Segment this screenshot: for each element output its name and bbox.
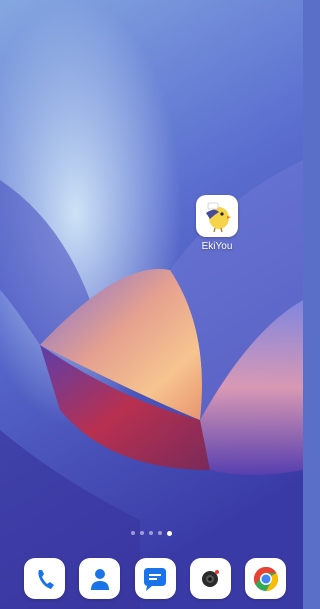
page-indicator [0, 530, 303, 536]
dock-contacts[interactable] [79, 558, 121, 599]
dock-phone[interactable] [24, 558, 65, 599]
ekiyou-bird-icon [196, 195, 238, 237]
contacts-icon [90, 568, 109, 590]
dock-chrome[interactable] [245, 558, 286, 599]
chrome-icon [253, 566, 278, 591]
phone-icon [29, 563, 60, 594]
page-dot [140, 531, 144, 535]
page-dot [149, 531, 153, 535]
camera-icon [202, 569, 220, 587]
dock-camera[interactable] [189, 558, 231, 599]
messages-icon [144, 567, 166, 591]
home-wallpaper [0, 0, 303, 609]
dock-messages[interactable] [134, 558, 176, 599]
page-dot [158, 531, 162, 535]
dock [24, 558, 286, 599]
app-label: EkiYou [201, 241, 233, 252]
page-dot [131, 531, 135, 535]
page-dot-active [167, 530, 172, 536]
app-ekiyou[interactable]: EkiYou [194, 195, 240, 252]
